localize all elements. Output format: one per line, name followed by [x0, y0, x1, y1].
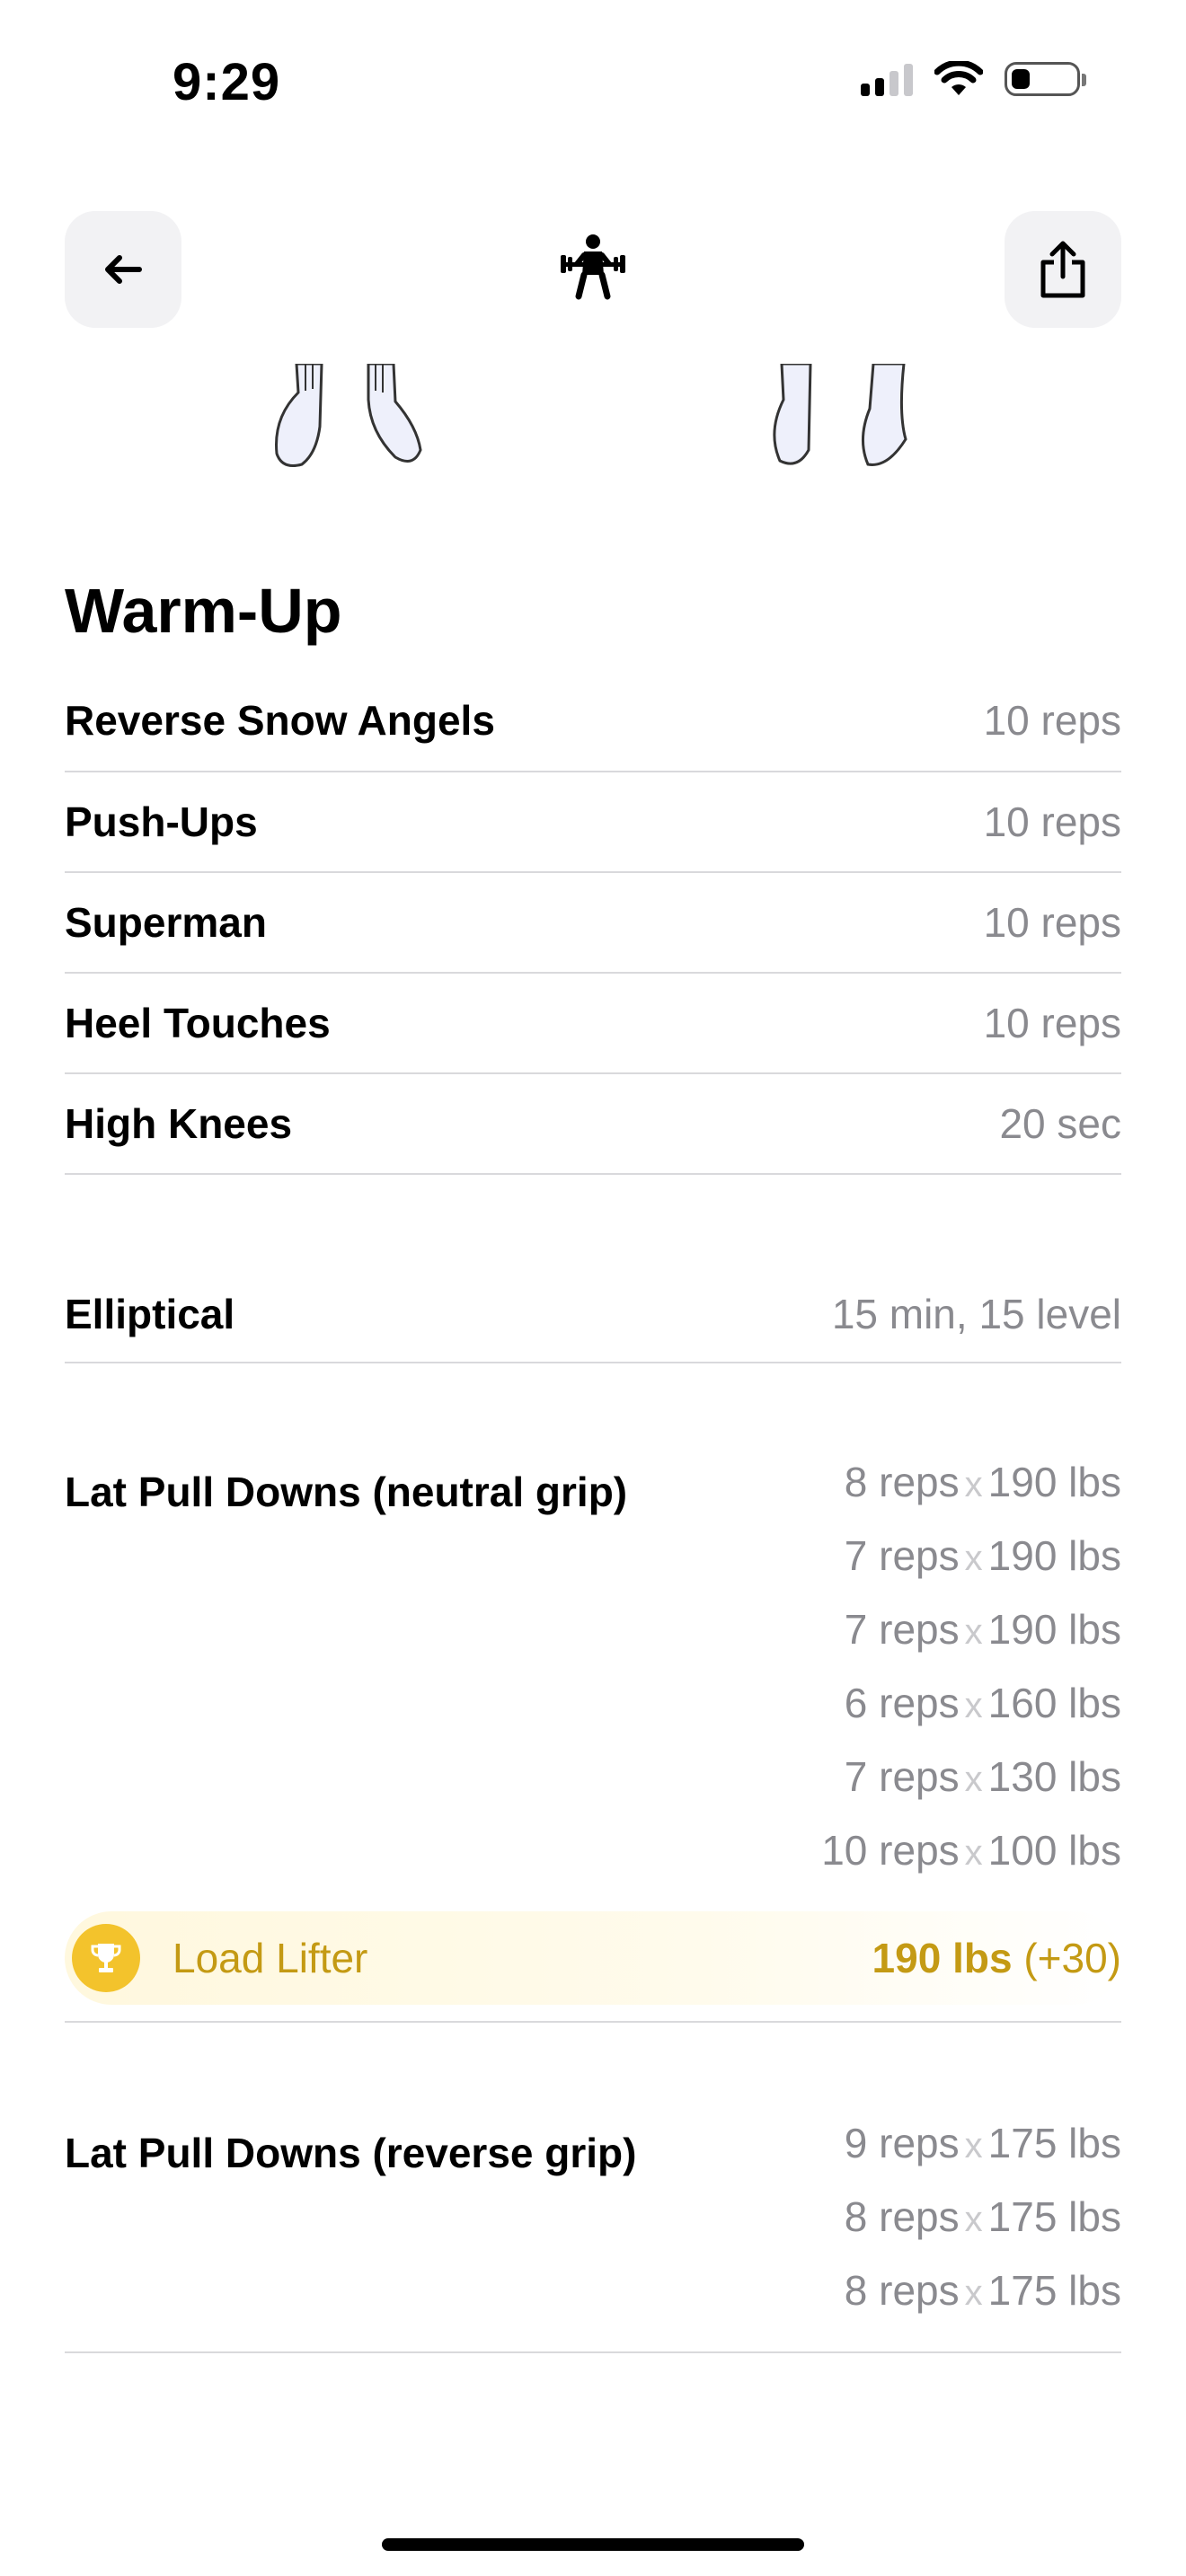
set-weight: 175 lbs	[987, 2120, 1121, 2166]
home-indicator[interactable]	[382, 2538, 804, 2551]
exercise-name: Superman	[65, 899, 267, 946]
set-row: 8 reps x 175 lbs	[845, 2180, 1121, 2254]
exercise-name: Lat Pull Downs (neutral grip)	[65, 1469, 628, 1515]
set-weight: 190 lbs	[987, 1459, 1121, 1505]
body-figure-front-feet	[275, 364, 422, 467]
achievement-delta: (+30)	[1023, 1935, 1121, 1981]
set-row: 6 reps x 160 lbs	[821, 1666, 1121, 1740]
set-reps: 8 reps	[844, 2193, 960, 2240]
status-icons	[861, 61, 1086, 97]
exercise-name: Reverse Snow Angels	[65, 696, 495, 744]
exercise-value: 10 reps	[983, 899, 1121, 946]
share-button[interactable]	[1005, 211, 1121, 328]
exercise-value: 10 reps	[983, 1000, 1121, 1046]
set-separator: x	[964, 1465, 983, 1504]
share-icon	[1040, 241, 1085, 298]
achievement-label: Load Lifter	[173, 1935, 368, 1981]
warmup-item[interactable]: Reverse Snow Angels 10 reps	[65, 669, 1121, 772]
set-separator: x	[964, 2273, 983, 2313]
set-weight: 100 lbs	[987, 1827, 1121, 1874]
set-separator: x	[964, 1760, 983, 1799]
set-row: 8 reps x 190 lbs	[821, 1445, 1121, 1519]
warmup-item[interactable]: Superman 10 reps	[65, 873, 1121, 974]
achievement-row[interactable]: Load Lifter 190 lbs (+30)	[65, 1911, 1121, 2005]
set-reps: 7 reps	[844, 1606, 960, 1653]
set-list: 8 reps x 190 lbs 7 reps x 190 lbs 7 reps x 190…	[821, 1445, 1121, 1887]
set-row: 7 reps x 130 lbs	[821, 1740, 1121, 1813]
set-row: 9 reps x 175 lbs	[845, 2106, 1121, 2180]
warmup-item[interactable]: Heel Touches 10 reps	[65, 974, 1121, 1074]
set-list: 9 reps x 175 lbs 8 reps x 175 lbs 8 reps x 175…	[845, 2106, 1121, 2327]
set-reps: 9 reps	[844, 2120, 960, 2166]
set-separator: x	[964, 1686, 983, 1725]
set-weight: 160 lbs	[987, 1680, 1121, 1726]
warmup-item[interactable]: Push-Ups 10 reps	[65, 772, 1121, 873]
exercise-name: Push-Ups	[65, 798, 258, 845]
exercise-value: 10 reps	[983, 696, 1121, 744]
set-separator: x	[964, 2126, 983, 2166]
set-separator: x	[964, 1612, 983, 1652]
set-reps: 10 reps	[821, 1827, 960, 1874]
body-figure-back-feet	[773, 364, 907, 466]
set-separator: x	[964, 1539, 983, 1578]
exercise-name: Elliptical	[65, 1291, 235, 1337]
set-row: 7 reps x 190 lbs	[821, 1519, 1121, 1592]
status-time: 9:29	[173, 53, 281, 111]
set-separator: x	[964, 1833, 983, 1873]
achievement-value: 190 lbs (+30)	[872, 1934, 1121, 1982]
exercise-value: 20 sec	[999, 1100, 1121, 1147]
set-row: 10 reps x 100 lbs	[821, 1813, 1121, 1887]
set-weight: 130 lbs	[987, 1753, 1121, 1800]
wifi-icon	[934, 61, 983, 95]
exercise-name: High Knees	[65, 1100, 293, 1147]
arrow-left-icon	[105, 255, 142, 284]
battery-icon	[1005, 62, 1086, 96]
exercise-name: Heel Touches	[65, 1000, 331, 1046]
set-row: 7 reps x 190 lbs	[821, 1592, 1121, 1666]
set-reps: 7 reps	[844, 1532, 960, 1579]
set-weight: 190 lbs	[987, 1532, 1121, 1579]
set-weight: 190 lbs	[987, 1606, 1121, 1653]
weightlifter-icon	[561, 234, 625, 300]
exercise-name: Lat Pull Downs (reverse grip)	[65, 2130, 637, 2176]
exercise-value: 15 min, 15 level	[831, 1291, 1121, 1337]
exercise-value: 10 reps	[983, 798, 1121, 845]
section-title-warm-up: Warm-Up	[65, 576, 342, 646]
exercise-block[interactable]: Lat Pull Downs (reverse grip) 9 reps x 175…	[65, 2120, 1121, 2353]
back-button[interactable]	[65, 211, 181, 328]
warmup-item[interactable]: High Knees 20 sec	[65, 1074, 1121, 1175]
set-weight: 175 lbs	[987, 2193, 1121, 2240]
set-reps: 6 reps	[844, 1680, 960, 1726]
achievement-weight: 190 lbs	[872, 1935, 1013, 1981]
set-reps: 7 reps	[844, 1753, 960, 1800]
set-reps: 8 reps	[844, 1459, 960, 1505]
set-reps: 8 reps	[844, 2267, 960, 2314]
cardio-item[interactable]: Elliptical 15 min, 15 level	[65, 1266, 1121, 1363]
trophy-icon	[72, 1924, 140, 1992]
set-separator: x	[964, 2200, 983, 2239]
set-row: 8 reps x 175 lbs	[845, 2254, 1121, 2327]
cellular-signal-icon	[861, 62, 913, 96]
set-weight: 175 lbs	[987, 2267, 1121, 2314]
